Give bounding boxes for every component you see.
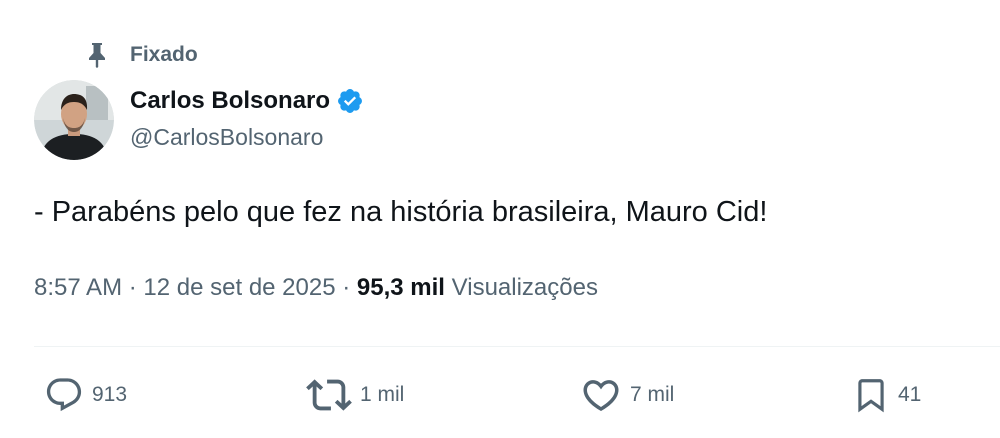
tweet-text: - Parabéns pelo que fez na história bras… (34, 196, 768, 228)
pin-icon (86, 42, 108, 68)
views-label: Visualizações (451, 274, 598, 301)
tweet-time[interactable]: 8:57 AM (34, 274, 122, 301)
like-button[interactable]: 7 mil (580, 372, 674, 418)
tweet-metadata: 8:57 AM · 12 de set de 2025 · 95,3 mil V… (34, 274, 598, 302)
author-handle[interactable]: @CarlosBolsonaro (130, 124, 323, 151)
repost-count: 1 mil (360, 383, 405, 406)
avatar[interactable] (34, 80, 114, 160)
tweet-date[interactable]: 12 de set de 2025 (143, 274, 335, 301)
action-bar: 913 1 mil 7 mil 41 (0, 372, 1000, 418)
bookmark-button[interactable]: 41 (852, 372, 921, 418)
reply-button[interactable]: 913 (44, 372, 127, 418)
reply-icon (44, 375, 84, 415)
pinned-label: Fixado (130, 43, 198, 66)
author-display-name[interactable]: Carlos Bolsonaro (130, 87, 330, 115)
verified-badge-icon[interactable] (336, 86, 366, 116)
bookmark-icon (852, 375, 890, 415)
heart-icon (580, 374, 622, 416)
bookmark-count: 41 (898, 383, 922, 406)
like-count: 7 mil (630, 383, 675, 406)
meta-separator: · (342, 274, 351, 301)
reply-count: 913 (92, 383, 128, 406)
tweet-card: Fixado Carlos Bolsonaro @CarlosBolsonaro… (0, 0, 1000, 438)
divider (34, 346, 1000, 347)
author-name-row: Carlos Bolsonaro (130, 84, 366, 118)
repost-button[interactable]: 1 mil (306, 372, 404, 418)
repost-icon (306, 372, 352, 418)
meta-separator: · (128, 274, 137, 301)
pinned-indicator: Fixado (86, 40, 198, 70)
views-count: 95,3 mil (356, 274, 445, 301)
